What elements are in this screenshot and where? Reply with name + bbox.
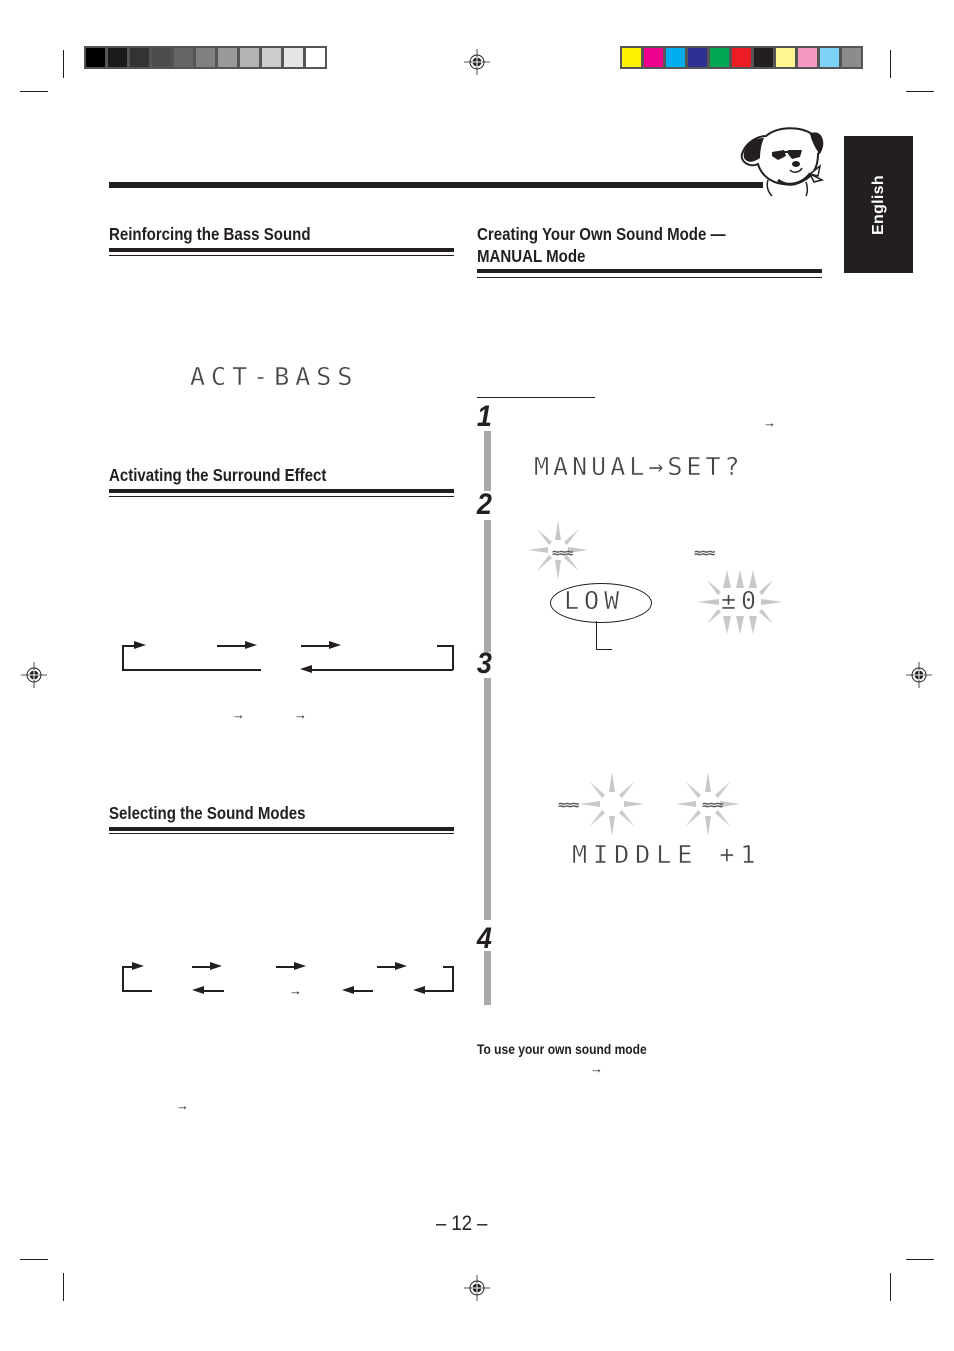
registration-mark-icon: [464, 49, 490, 75]
crop-mark: [20, 1259, 48, 1260]
arrow-right-icon: [294, 962, 306, 970]
section-rule: [109, 489, 454, 493]
arrow-right-icon: →: [176, 1098, 189, 1113]
color-swatch: [262, 48, 281, 67]
step-number-1: 1: [476, 400, 492, 433]
language-tab-label: English: [869, 174, 887, 235]
arrow-right-icon: →: [763, 415, 776, 430]
eq-bars-icon: ≈≈≈: [558, 798, 580, 813]
dog-with-sunglasses-icon: [740, 127, 825, 197]
arrow-right-icon: →: [294, 707, 307, 722]
arrow-left-icon: [192, 986, 204, 994]
language-tab: English: [844, 136, 913, 273]
color-swatch: [152, 48, 171, 67]
color-swatch: [688, 48, 707, 67]
divider-rule: [477, 397, 595, 398]
registration-mark-icon: [906, 662, 932, 688]
color-swatch: [644, 48, 663, 67]
color-swatch: [240, 48, 259, 67]
crop-mark: [890, 50, 891, 78]
arrow-left-icon: [413, 986, 425, 994]
step-number-4: 4: [476, 922, 492, 955]
section-rule: [109, 496, 454, 497]
color-swatch: [174, 48, 193, 67]
display-low: LOW: [564, 586, 625, 615]
header-rule: [109, 182, 763, 188]
color-swatch: [776, 48, 795, 67]
step-bar: [484, 520, 491, 652]
display-act-bass: ACT-BASS: [190, 362, 359, 391]
crop-mark: [890, 1273, 891, 1301]
crop-mark: [63, 1273, 64, 1301]
section-rule: [109, 827, 454, 831]
registration-mark-icon: [21, 662, 47, 688]
callout-line: [596, 621, 597, 649]
eq-bars-icon: ≈≈≈: [552, 546, 574, 561]
step-bar: [484, 431, 491, 491]
arrow-right-icon: [245, 641, 257, 649]
display-level: ±0: [721, 586, 762, 615]
callout-line: [596, 649, 612, 650]
arrow-right-icon: [132, 962, 144, 970]
section-heading-sound-modes: Selecting the Sound Modes: [109, 803, 306, 823]
color-swatch: [622, 48, 641, 67]
section-rule: [109, 833, 454, 834]
flash-burst-icon: [580, 772, 644, 836]
section-rule: [109, 248, 454, 252]
crop-mark: [63, 50, 64, 78]
color-swatch: [86, 48, 105, 67]
section-heading-surround: Activating the Surround Effect: [109, 465, 327, 485]
crop-mark: [906, 91, 934, 92]
grayscale-color-bar: [84, 46, 327, 69]
section-rule: [477, 277, 822, 278]
process-color-bar: [620, 46, 863, 69]
color-swatch: [218, 48, 237, 67]
note-heading: To use your own sound mode: [477, 1041, 647, 1057]
arrow-right-icon: [395, 962, 407, 970]
color-swatch: [196, 48, 215, 67]
page-number: – 12 –: [436, 1212, 488, 1235]
eq-bars-icon: ≈≈≈: [694, 546, 716, 561]
color-swatch: [798, 48, 817, 67]
color-swatch: [842, 48, 861, 67]
display-middle: MIDDLE +1: [572, 840, 762, 869]
registration-mark-icon: [464, 1275, 490, 1301]
step-bar: [484, 951, 491, 1005]
color-swatch: [820, 48, 839, 67]
arrow-left-icon: [300, 665, 312, 673]
crop-mark: [20, 91, 48, 92]
section-heading-manual-line1: Creating Your Own Sound Mode —: [477, 224, 726, 244]
crop-mark: [906, 1259, 934, 1260]
arrow-right-icon: [134, 641, 146, 649]
step-number-3: 3: [476, 647, 492, 680]
arrow-right-icon: [210, 962, 222, 970]
arrow-right-icon: →: [590, 1061, 603, 1076]
arrow-right-icon: →: [232, 707, 245, 722]
arrow-right-icon: →: [289, 983, 302, 998]
step-number-2: 2: [476, 488, 492, 521]
color-swatch: [284, 48, 303, 67]
section-heading-manual-line2: MANUAL Mode: [477, 246, 586, 266]
color-swatch: [306, 48, 325, 67]
color-swatch: [666, 48, 685, 67]
section-rule: [477, 269, 822, 273]
arrow-right-icon: [329, 641, 341, 649]
color-swatch: [108, 48, 127, 67]
color-swatch: [130, 48, 149, 67]
eq-bars-icon: ≈≈≈: [702, 798, 724, 813]
display-manual-set: MANUAL→SET?: [534, 452, 744, 481]
color-swatch: [754, 48, 773, 67]
step-bar: [484, 678, 491, 920]
section-rule: [109, 255, 454, 256]
color-swatch: [710, 48, 729, 67]
section-heading-bass: Reinforcing the Bass Sound: [109, 224, 311, 244]
color-swatch: [732, 48, 751, 67]
arrow-left-icon: [342, 986, 354, 994]
